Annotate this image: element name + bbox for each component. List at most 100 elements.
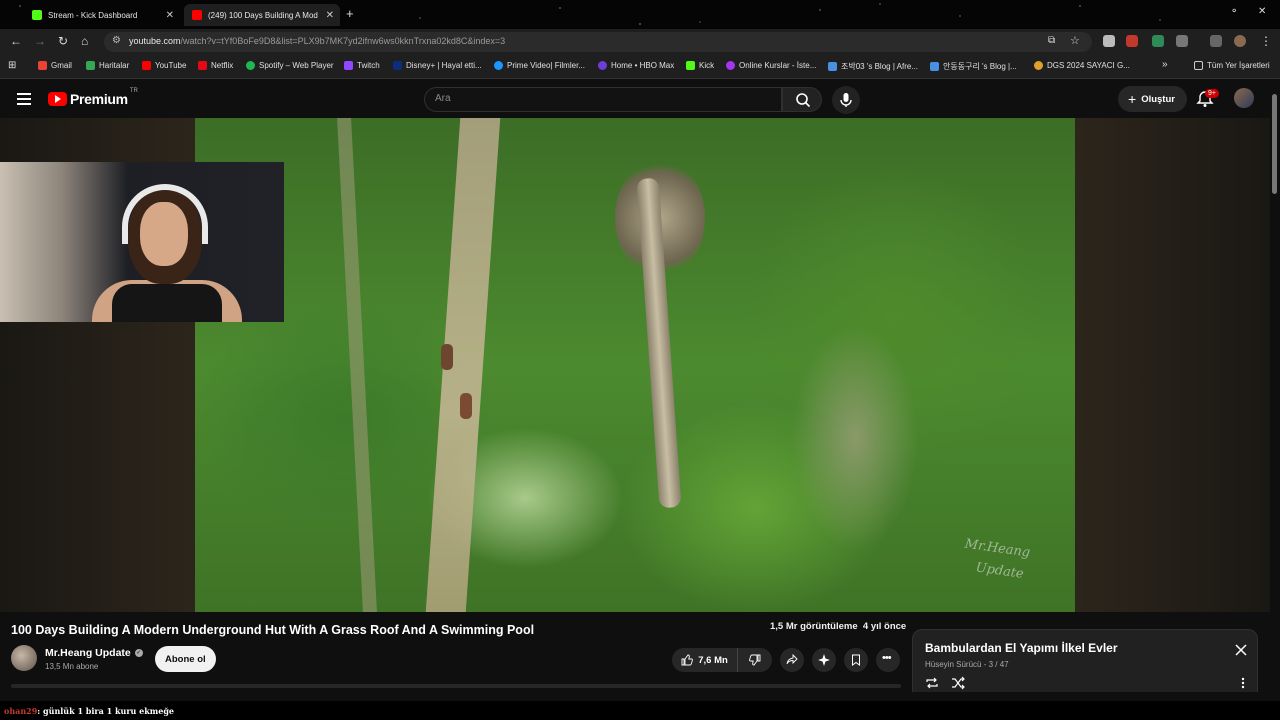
tab-kick-dashboard[interactable]: Stream - Kick Dashboard ✕ bbox=[24, 4, 180, 26]
apps-grid-icon[interactable]: ⊞ bbox=[8, 60, 16, 71]
reload-icon[interactable]: ↻ bbox=[58, 34, 68, 48]
bookmark-udemy[interactable]: Online Kurslar - İste... bbox=[726, 61, 816, 70]
search-button[interactable] bbox=[782, 87, 822, 112]
webcam-person-top bbox=[112, 284, 222, 322]
bookmark-youtube[interactable]: YouTube bbox=[142, 61, 186, 70]
view-count: 1,5 Mr görüntüleme bbox=[770, 621, 858, 632]
extensions-puzzle-icon[interactable] bbox=[1176, 35, 1188, 47]
bookmark-maps[interactable]: Haritalar bbox=[86, 61, 129, 70]
close-tab-icon[interactable]: ✕ bbox=[326, 10, 334, 21]
bookmark-twitch[interactable]: Twitch bbox=[344, 61, 380, 70]
shuffle-icon[interactable] bbox=[951, 676, 965, 690]
bookmark-hbo[interactable]: Home • HBO Max bbox=[598, 61, 674, 70]
bookmark-gmail[interactable]: Gmail bbox=[38, 61, 72, 70]
forward-icon[interactable]: → bbox=[34, 34, 46, 48]
bookmark-blog-1[interactable]: 조박03 's Blog | Afre... bbox=[828, 61, 918, 72]
bookmarks-overflow-button[interactable]: » bbox=[1162, 59, 1168, 70]
bookmark-disney[interactable]: Disney+ | Hayal etti... bbox=[393, 61, 482, 70]
search-box[interactable] bbox=[424, 87, 782, 112]
media-control-icon[interactable] bbox=[1210, 35, 1222, 47]
more-vertical-icon[interactable] bbox=[1239, 676, 1247, 690]
page-scrollbar[interactable] bbox=[1270, 80, 1280, 692]
close-tab-icon[interactable]: ✕ bbox=[166, 10, 174, 21]
extension-shield-icon[interactable] bbox=[1103, 35, 1115, 47]
plus-icon: + bbox=[1128, 91, 1137, 107]
create-label: Oluştur bbox=[1141, 93, 1175, 105]
verified-check-icon: ✓ bbox=[134, 649, 143, 657]
subscriber-count: 13,5 Mn abone bbox=[45, 662, 99, 671]
install-app-icon[interactable]: ⧉ bbox=[1048, 35, 1055, 46]
bookmark-label: Disney+ | Hayal etti... bbox=[406, 61, 482, 70]
view-count-and-date: 1,5 Mr görüntüleme 4 yıl önce bbox=[770, 621, 906, 632]
search-input[interactable] bbox=[435, 93, 765, 104]
new-tab-button[interactable]: + bbox=[346, 6, 354, 21]
save-button[interactable] bbox=[844, 648, 868, 672]
video-frame[interactable]: Mr.Heang Update bbox=[195, 118, 1075, 612]
video-watermark: Mr.Heang Update bbox=[960, 534, 1031, 587]
playlist-position: 3 / 47 bbox=[988, 660, 1009, 669]
video-metadata-section: 100 Days Building A Modern Underground H… bbox=[0, 612, 1270, 692]
playlist-owner[interactable]: Hüseyin Sürücü bbox=[925, 660, 981, 669]
dislike-button[interactable] bbox=[738, 648, 772, 672]
profile-icon[interactable] bbox=[1234, 35, 1246, 47]
kick-icon bbox=[686, 61, 695, 70]
site-info-icon[interactable]: ⚙ bbox=[112, 35, 121, 46]
address-bar[interactable]: ⚙ youtube.com/watch?v=tYf0BoFe9D8&list=P… bbox=[104, 32, 1092, 52]
loop-icon[interactable] bbox=[925, 676, 939, 690]
bookmark-label: Online Kurslar - İste... bbox=[739, 61, 817, 70]
subscribe-button[interactable]: Abone ol bbox=[155, 646, 216, 672]
hbo-icon bbox=[598, 61, 607, 70]
bookmark-netflix[interactable]: Netflix bbox=[198, 61, 233, 70]
channel-avatar[interactable] bbox=[11, 645, 37, 671]
bookmark-kick[interactable]: Kick bbox=[686, 61, 714, 70]
headphones-icon bbox=[122, 184, 208, 244]
channel-name-row[interactable]: Mr.Heang Update ✓ bbox=[45, 647, 143, 659]
bookmark-prime[interactable]: Prime Video| Filmler... bbox=[494, 61, 585, 70]
scrollbar-thumb[interactable] bbox=[1272, 94, 1277, 194]
all-bookmarks-folder[interactable]: Tüm Yer İşaretleri bbox=[1194, 61, 1270, 70]
extension-green-icon[interactable] bbox=[1152, 35, 1164, 47]
close-icon[interactable] bbox=[1233, 642, 1249, 658]
disney-icon bbox=[393, 61, 402, 70]
bookmark-label: Haritalar bbox=[99, 61, 130, 70]
description-box-edge[interactable] bbox=[11, 684, 901, 688]
account-avatar[interactable] bbox=[1234, 88, 1254, 108]
guide-menu-icon[interactable] bbox=[17, 93, 31, 105]
more-actions-button[interactable]: ••• bbox=[876, 648, 900, 672]
playlist-title[interactable]: Bambulardan El Yapımı İlkel Evler bbox=[925, 641, 1118, 655]
browser-tab-strip: Stream - Kick Dashboard ✕ (249) 100 Days… bbox=[0, 0, 1280, 29]
spotify-icon bbox=[246, 61, 255, 70]
share-icon bbox=[786, 654, 798, 665]
bookmark-spotify[interactable]: Spotify – Web Player bbox=[246, 61, 334, 70]
chat-message: : günlük 1 bira 1 kuru ekmeğe bbox=[37, 705, 175, 716]
extension-red-icon[interactable] bbox=[1126, 35, 1138, 47]
bookmark-blog-2[interactable]: 안동동구리 's Blog |... bbox=[930, 61, 1017, 72]
voice-search-button[interactable] bbox=[832, 86, 860, 114]
ask-ai-button[interactable] bbox=[812, 648, 836, 672]
home-icon[interactable]: ⌂ bbox=[81, 34, 88, 48]
back-icon[interactable]: ← bbox=[10, 34, 22, 48]
browser-menu-icon[interactable]: ⋮ bbox=[1260, 34, 1272, 48]
region-code: TR bbox=[129, 88, 138, 94]
minimize-icon[interactable]: ⚬ bbox=[1230, 6, 1238, 17]
netflix-icon bbox=[198, 61, 207, 70]
prime-icon bbox=[494, 61, 503, 70]
bookmark-label: Gmail bbox=[51, 61, 72, 70]
close-window-icon[interactable]: ✕ bbox=[1258, 6, 1266, 17]
bookmark-star-icon[interactable]: ☆ bbox=[1070, 34, 1080, 47]
like-dislike-group: 7,6 Mn bbox=[672, 648, 772, 672]
share-button[interactable] bbox=[780, 648, 804, 672]
sparkle-icon bbox=[818, 654, 830, 666]
udemy-icon bbox=[726, 61, 735, 70]
blog-icon bbox=[930, 62, 939, 71]
create-button[interactable]: + Oluştur bbox=[1118, 86, 1187, 112]
youtube-premium-logo[interactable]: Premium TR bbox=[48, 88, 138, 107]
tab-youtube-video[interactable]: (249) 100 Days Building A Mod ✕ bbox=[184, 4, 340, 26]
like-button[interactable]: 7,6 Mn bbox=[672, 648, 738, 672]
like-count: 7,6 Mn bbox=[698, 654, 728, 666]
channel-name[interactable]: Mr.Heang Update bbox=[45, 647, 131, 659]
bookmark-label: Home • HBO Max bbox=[611, 61, 675, 70]
chat-username: ohan29 bbox=[4, 705, 38, 716]
youtube-icon bbox=[192, 10, 202, 20]
bookmark-dgs[interactable]: DGS 2024 SAYACI G... bbox=[1034, 61, 1130, 70]
